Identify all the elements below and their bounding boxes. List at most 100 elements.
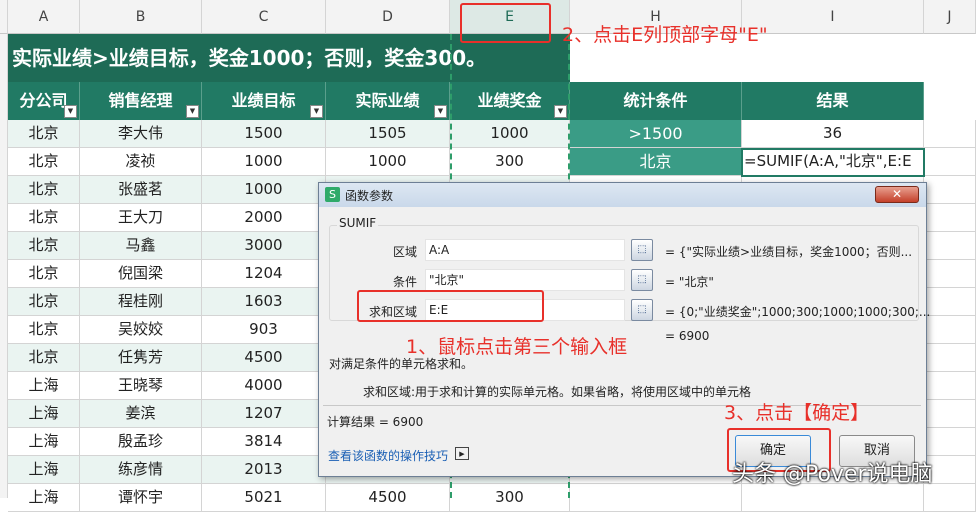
range-picker-icon[interactable]: ⬚ (631, 239, 653, 261)
stats-condition-cell[interactable]: 北京 (570, 148, 742, 176)
table-cell[interactable]: 1500 (202, 120, 326, 148)
stats-header-cell: 统计条件 (570, 82, 742, 120)
column-header-a[interactable]: A (8, 0, 80, 34)
column-header-i[interactable]: I (742, 0, 924, 34)
empty-cell[interactable] (570, 484, 742, 512)
range-picker-icon[interactable]: ⬚ (631, 299, 653, 321)
empty-cell[interactable] (924, 344, 976, 372)
table-cell[interactable]: 1603 (202, 288, 326, 316)
annotation-step1: 1、鼠标点击第三个输入框 (406, 336, 628, 358)
header-cell: 实际业绩 ▼ (326, 82, 450, 120)
empty-cell[interactable] (924, 372, 976, 400)
arg-input[interactable]: "北京" (425, 269, 625, 291)
video-icon[interactable]: ▶ (455, 447, 469, 460)
arg-label: 区域 (392, 245, 417, 259)
table-cell[interactable]: 谭怀宇 (80, 484, 202, 512)
table-cell[interactable]: 1204 (202, 260, 326, 288)
table-cell[interactable]: 北京 (8, 232, 80, 260)
row-header-strip (0, 34, 8, 498)
table-cell[interactable]: 王晓琴 (80, 372, 202, 400)
table-cell[interactable]: 程桂刚 (80, 288, 202, 316)
column-header-c[interactable]: C (202, 0, 326, 34)
stats-condition-cell[interactable]: >1500 (570, 120, 742, 148)
table-cell[interactable]: 3814 (202, 428, 326, 456)
arg-help-text: 用于求和计算的实际单元格。如果省略，将使用区域中的单元格 (415, 385, 752, 399)
table-cell[interactable]: 2013 (202, 456, 326, 484)
table-cell[interactable]: 凌祯 (80, 148, 202, 176)
table-cell[interactable]: 北京 (8, 288, 80, 316)
help-link[interactable]: 查看该函数的操作技巧 (328, 447, 448, 464)
column-header-j[interactable]: J (924, 0, 976, 34)
empty-cell[interactable] (924, 484, 976, 512)
arg-input[interactable]: A:A (425, 239, 625, 261)
filter-dropdown-icon[interactable]: ▼ (186, 105, 199, 118)
table-cell[interactable]: 殷孟珍 (80, 428, 202, 456)
table-cell[interactable]: 北京 (8, 316, 80, 344)
table-cell[interactable]: 300 (450, 484, 570, 512)
table-cell[interactable]: 2000 (202, 204, 326, 232)
table-cell[interactable]: 北京 (8, 344, 80, 372)
empty-cell[interactable] (924, 176, 976, 204)
filter-dropdown-icon[interactable]: ▼ (64, 105, 77, 118)
table-cell[interactable]: 北京 (8, 148, 80, 176)
arg-help-label: 求和区域: (363, 385, 416, 399)
table-cell[interactable]: 北京 (8, 176, 80, 204)
table-cell[interactable]: 北京 (8, 120, 80, 148)
table-cell[interactable]: 上海 (8, 372, 80, 400)
empty-cell[interactable] (924, 204, 976, 232)
table-cell[interactable]: 1000 (202, 148, 326, 176)
annotation-step2: 2、点击E列顶部字母"E" (562, 24, 768, 46)
table-cell[interactable]: 1000 (202, 176, 326, 204)
empty-cell[interactable] (924, 400, 976, 428)
filter-dropdown-icon[interactable]: ▼ (434, 105, 447, 118)
table-cell[interactable]: 倪国梁 (80, 260, 202, 288)
table-cell[interactable]: 300 (450, 148, 570, 176)
empty-cell[interactable] (742, 484, 924, 512)
table-cell[interactable]: 903 (202, 316, 326, 344)
table-cell[interactable]: 姜滨 (80, 400, 202, 428)
header-cell: 业绩目标 ▼ (202, 82, 326, 120)
table-cell[interactable]: 北京 (8, 204, 80, 232)
table-cell[interactable]: 1000 (326, 148, 450, 176)
filter-dropdown-icon[interactable]: ▼ (554, 105, 567, 118)
empty-cell[interactable] (924, 260, 976, 288)
table-cell[interactable]: 5021 (202, 484, 326, 512)
empty-cell[interactable] (924, 232, 976, 260)
select-all-corner[interactable] (0, 0, 8, 34)
stats-result-cell[interactable]: =SUMIF(A:A,"北京",E:E (742, 148, 924, 176)
table-cell[interactable]: 北京 (8, 260, 80, 288)
range-picker-icon[interactable]: ⬚ (631, 269, 653, 291)
app-icon: S (325, 187, 340, 202)
empty-cell[interactable] (924, 148, 976, 176)
table-cell[interactable]: 4000 (202, 372, 326, 400)
column-header-b[interactable]: B (80, 0, 202, 34)
table-cell[interactable]: 练彦情 (80, 456, 202, 484)
close-icon[interactable]: ✕ (875, 186, 919, 203)
filter-dropdown-icon[interactable]: ▼ (310, 105, 323, 118)
table-cell[interactable]: 上海 (8, 400, 80, 428)
table-cell[interactable]: 上海 (8, 484, 80, 512)
table-cell[interactable]: 3000 (202, 232, 326, 260)
table-cell[interactable]: 上海 (8, 428, 80, 456)
table-cell[interactable]: 1000 (450, 120, 570, 148)
table-cell[interactable]: 李大伟 (80, 120, 202, 148)
table-cell[interactable]: 马鑫 (80, 232, 202, 260)
table-cell[interactable]: 王大刀 (80, 204, 202, 232)
header-label: 销售经理 (108, 91, 173, 110)
header-label: 业绩目标 (231, 91, 296, 110)
table-cell[interactable]: 吴姣姣 (80, 316, 202, 344)
column-header-d[interactable]: D (326, 0, 450, 34)
arg-result: = {"实际业绩>业绩目标，奖金1000；否则... (665, 245, 913, 259)
table-cell[interactable]: 任隽芳 (80, 344, 202, 372)
table-cell[interactable]: 4500 (326, 484, 450, 512)
table-cell[interactable]: 上海 (8, 456, 80, 484)
empty-cell[interactable] (924, 288, 976, 316)
empty-cell[interactable] (924, 316, 976, 344)
table-cell[interactable]: 1505 (326, 120, 450, 148)
stats-result-cell[interactable]: 36 (742, 120, 924, 148)
empty-cell[interactable] (924, 120, 976, 148)
table-cell[interactable]: 4500 (202, 344, 326, 372)
table-cell[interactable]: 1207 (202, 400, 326, 428)
table-cell[interactable]: 张盛茗 (80, 176, 202, 204)
empty-cell[interactable] (924, 428, 976, 456)
